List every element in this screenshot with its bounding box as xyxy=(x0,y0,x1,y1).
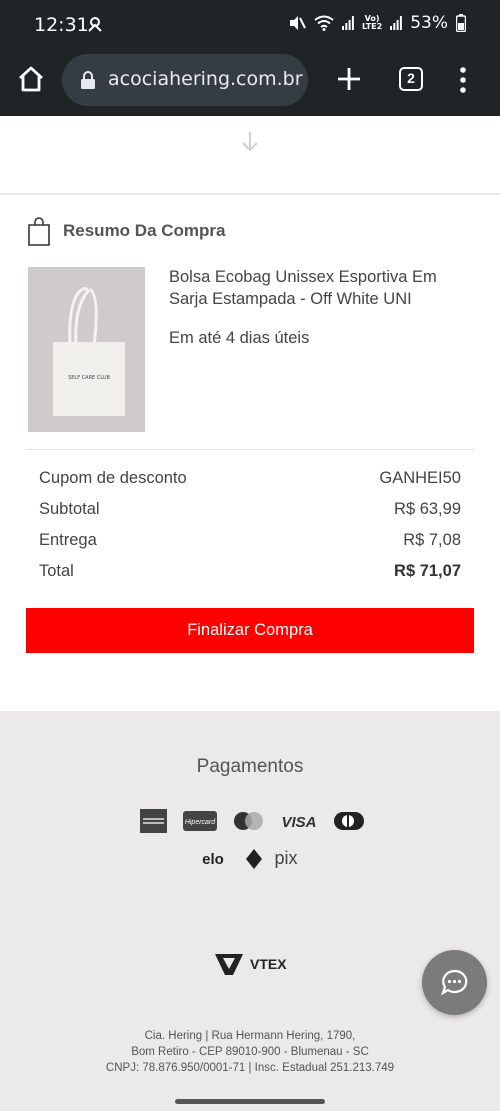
elo-text: elo xyxy=(202,851,224,868)
shipping-row: Entrega R$ 7,08 xyxy=(39,531,461,562)
status-icons: Vo) LTE2 53% xyxy=(288,13,466,33)
signal-icon-2 xyxy=(390,16,403,30)
order-totals: Cupom de desconto GANHEI50 Subtotal R$ 6… xyxy=(39,469,461,593)
product-name[interactable]: Bolsa Ecobag Unissex Esportiva Em Sarja … xyxy=(169,266,479,310)
battery-percent: 53% xyxy=(410,13,448,33)
divider xyxy=(26,449,474,450)
row-label: Subtotal xyxy=(39,500,100,518)
url-text: acociahering.com.br xyxy=(108,68,303,90)
vtex-icon xyxy=(215,954,243,975)
vtex-logo: VTEX xyxy=(214,952,287,976)
company-address: Cia. Hering | Rua Hermann Hering, 1790, … xyxy=(0,1028,500,1076)
address-line: CNPJ: 78.876.950/0001-71 | Insc. Estadua… xyxy=(105,1062,395,1074)
row-label: Total xyxy=(39,562,74,580)
hipercard-text: Hipercard xyxy=(185,819,216,826)
coupon-row: Cupom de desconto GANHEI50 xyxy=(39,469,461,500)
divider xyxy=(0,193,500,195)
checkout-button[interactable]: Finalizar Compra xyxy=(26,608,474,653)
footer: Pagamentos Hipercard VISA elo pix VTEX C… xyxy=(0,711,500,1111)
tab-switcher-button[interactable]: 2 xyxy=(399,67,423,91)
home-gesture-handle[interactable] xyxy=(175,1099,325,1104)
more-vert-icon[interactable] xyxy=(455,66,471,94)
hipercard-icon: Hipercard xyxy=(183,811,217,831)
tote-bag-illustration: SELF CARE CLUB xyxy=(53,286,125,416)
summary-header: Resumo Da Compra xyxy=(27,216,225,246)
lte-indicator: Vo) LTE2 xyxy=(362,15,382,31)
payment-methods-row-2: elo pix xyxy=(196,846,306,872)
vtex-text: VTEX xyxy=(250,956,287,972)
plus-icon[interactable] xyxy=(336,66,362,92)
signal-icon xyxy=(341,16,354,30)
payment-methods-row: Hipercard VISA xyxy=(140,808,364,834)
summary-title: Resumo Da Compra xyxy=(63,221,226,240)
pix-icon: pix xyxy=(246,848,298,869)
row-label: Cupom de desconto xyxy=(39,469,187,487)
elo-icon: elo xyxy=(202,851,224,868)
row-label: Entrega xyxy=(39,531,97,549)
tote-print-text: SELF CARE CLUB xyxy=(68,375,110,381)
network-bottom: LTE2 xyxy=(361,22,383,31)
pix-text: pix xyxy=(274,848,297,868)
payments-title: Pagamentos xyxy=(196,756,304,777)
address-bar[interactable]: acociahering.com.br xyxy=(62,54,308,106)
visa-icon: VISA xyxy=(281,814,316,831)
subtotal-value: R$ 63,99 xyxy=(394,500,461,518)
visa-text: VISA xyxy=(281,814,316,831)
chat-bubble-icon xyxy=(441,969,468,996)
wifi-icon xyxy=(314,15,334,31)
shopping-bag-icon xyxy=(28,217,50,246)
delivery-estimate: Em até 4 dias úteis xyxy=(169,329,310,347)
address-line: Bom Retiro - CEP 89010-900 - Blumenau - … xyxy=(131,1046,369,1058)
address-line: Cia. Hering | Rua Hermann Hering, 1790, xyxy=(144,1030,356,1042)
total-row: Total R$ 71,07 xyxy=(39,562,461,593)
chat-button[interactable] xyxy=(422,950,487,1015)
home-icon[interactable] xyxy=(16,64,46,94)
mute-icon xyxy=(289,16,306,30)
browser-toolbar: acociahering.com.br 2 xyxy=(0,50,500,116)
mastercard-icon xyxy=(234,812,263,830)
status-time: 12:31 xyxy=(34,14,89,36)
subtotal-row: Subtotal R$ 63,99 xyxy=(39,500,461,531)
lock-icon xyxy=(81,71,95,89)
arrow-down-icon xyxy=(242,132,258,152)
battery-icon xyxy=(456,14,466,32)
total-value: R$ 71,07 xyxy=(394,562,461,580)
status-bar: 12:31 Vo) LTE2 53% xyxy=(0,0,500,50)
shipping-value: R$ 7,08 xyxy=(403,531,461,549)
notification-icon xyxy=(88,17,102,32)
coupon-code: GANHEI50 xyxy=(379,469,461,487)
amex-icon xyxy=(140,809,167,833)
system-nav-bar xyxy=(0,1094,500,1111)
diners-icon xyxy=(334,812,364,830)
product-image[interactable]: SELF CARE CLUB xyxy=(28,267,145,432)
